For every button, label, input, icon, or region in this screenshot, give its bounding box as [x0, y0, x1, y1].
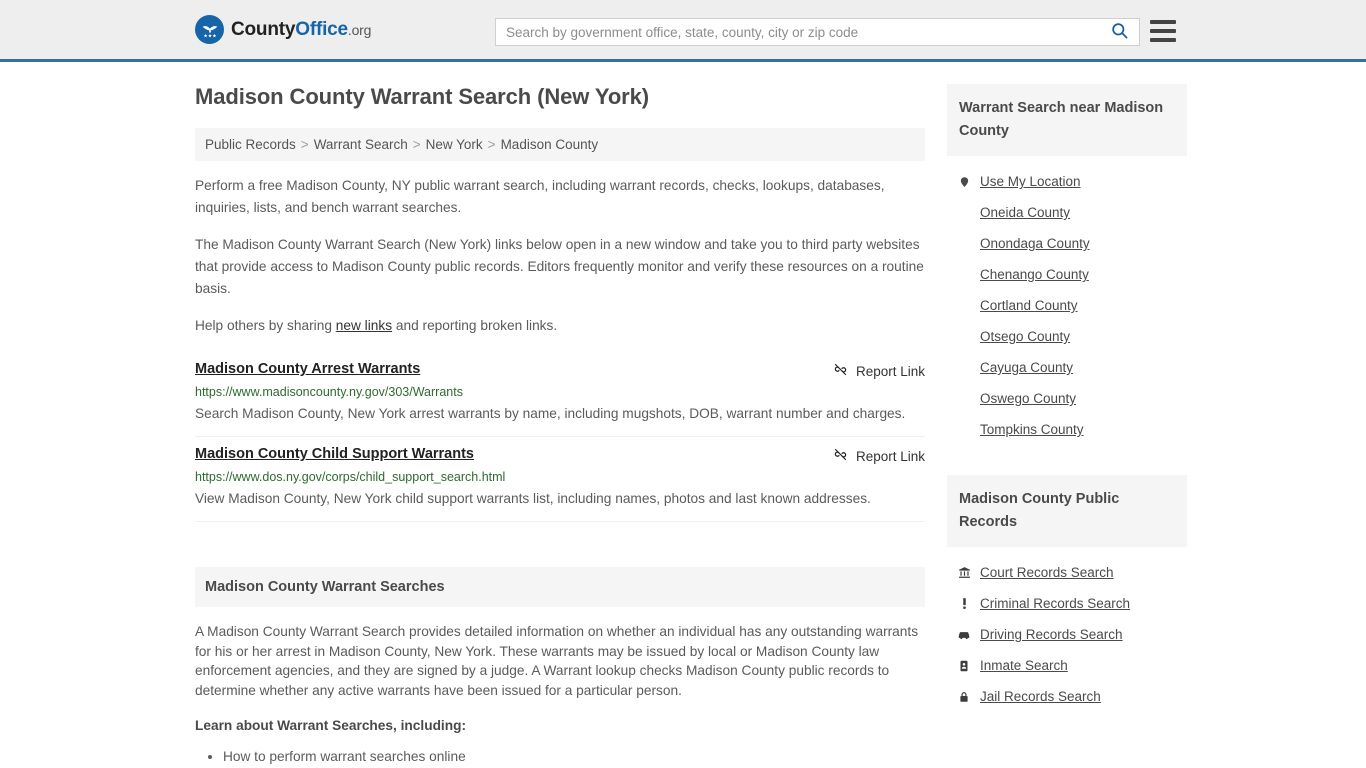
breadcrumb: Public Records > Warrant Search > New York > M… — [195, 128, 925, 161]
page-title: Madison County Warrant Search (New York) — [195, 84, 650, 109]
search-input[interactable] — [496, 19, 1099, 45]
list-item-cayuga-county[interactable]: Cayuga County — [947, 352, 1187, 383]
report-link-button[interactable]: Report Link — [833, 361, 925, 380]
id-badge-icon — [957, 659, 971, 673]
panel-nearby-warrant-search: Warrant Search near Madison County Use M… — [947, 84, 1187, 445]
result-item: Madison County Child Support Warrants Re… — [195, 437, 925, 522]
list-item-jail-records-search[interactable]: Jail Records Search — [947, 681, 1187, 712]
sidebar-link-label[interactable]: Oswego County — [980, 391, 1076, 406]
result-item: Madison County Arrest Warrants Report Li… — [195, 352, 925, 437]
intro-paragraph-1: Perform a free Madison County, NY public… — [195, 178, 885, 215]
intro-paragraph-2: The Madison County Warrant Search (New Y… — [195, 237, 924, 296]
breadcrumb-separator: > — [487, 137, 496, 152]
result-description: Search Madison County, New York arrest w… — [195, 406, 906, 421]
list-item-oneida-county[interactable]: Oneida County — [947, 197, 1187, 228]
section-body: A Madison County Warrant Search provides… — [195, 607, 925, 767]
report-link-label: Report Link — [855, 363, 925, 379]
logo-word-tld: .org — [347, 21, 372, 38]
logo-word-county: County — [231, 18, 296, 40]
list-item-cortland-county[interactable]: Cortland County — [947, 290, 1187, 321]
main-column: Madison County Warrant Search (New York)… — [195, 84, 925, 767]
share-text-before: Help others by sharing — [195, 318, 336, 333]
learn-bullet-list: How to perform warrant searches online — [195, 746, 925, 767]
sidebar-link-label[interactable]: Tompkins County — [980, 422, 1084, 437]
breadcrumb-separator: > — [412, 137, 421, 152]
list-item-use-my-location[interactable]: Use My Location — [947, 166, 1187, 197]
hamburger-menu-icon[interactable] — [1150, 20, 1176, 42]
list-item-criminal-records-search[interactable]: Criminal Records Search — [947, 588, 1187, 619]
result-url: https://www.madisoncounty.ny.gov/303/War… — [195, 385, 463, 399]
panel-public-records: Madison County Public Records Court Reco… — [947, 475, 1187, 712]
section-paragraph: A Madison County Warrant Search provides… — [195, 624, 919, 698]
map-pin-icon — [957, 175, 971, 189]
sidebar-link-label[interactable]: Use My Location — [980, 174, 1081, 189]
breadcrumb-item-new-york[interactable]: New York — [426, 137, 483, 152]
report-link-label: Report Link — [855, 448, 925, 464]
search-bar[interactable] — [495, 18, 1140, 46]
result-title-link[interactable]: Madison County Child Support Warrants — [195, 446, 474, 462]
exclamation-icon — [957, 597, 971, 610]
breadcrumb-item-public-records[interactable]: Public Records — [205, 137, 296, 152]
list-item-oswego-county[interactable]: Oswego County — [947, 383, 1187, 414]
panel-heading: Warrant Search near Madison County — [947, 84, 1187, 156]
logo-word-office: Office — [295, 18, 348, 40]
list-item-onondaga-county[interactable]: Onondaga County — [947, 228, 1187, 259]
result-url: https://www.dos.ny.gov/corps/child_suppo… — [195, 470, 506, 484]
sidebar-link-label[interactable]: Inmate Search — [980, 658, 1068, 673]
list-item-driving-records-search[interactable]: Driving Records Search — [947, 619, 1187, 650]
sidebar-link-label[interactable]: Chenango County — [980, 267, 1089, 282]
section-heading: Madison County Warrant Searches — [195, 567, 925, 607]
sidebar-link-label[interactable]: Cayuga County — [980, 360, 1073, 375]
nearby-county-list: Use My Location Oneida County Onondaga C… — [947, 156, 1187, 445]
site-logo[interactable]: CountyOffice.org — [195, 15, 371, 44]
sidebar-link-label[interactable]: Driving Records Search — [980, 627, 1123, 642]
lock-icon — [957, 690, 971, 704]
new-links-link[interactable]: new links — [336, 318, 392, 333]
breadcrumb-item-warrant-search[interactable]: Warrant Search — [314, 137, 408, 152]
sidebar: Warrant Search near Madison County Use M… — [947, 84, 1187, 767]
broken-link-icon — [833, 362, 848, 380]
breadcrumb-separator: > — [300, 137, 309, 152]
search-icon — [1110, 21, 1129, 43]
sidebar-link-label[interactable]: Jail Records Search — [980, 689, 1101, 704]
eagle-seal-icon — [195, 15, 224, 44]
site-header: CountyOffice.org — [0, 0, 1366, 62]
sidebar-link-label[interactable]: Onondaga County — [980, 236, 1090, 251]
share-text-after: and reporting broken links. — [392, 318, 558, 333]
intro-paragraph-3: Help others by sharing new links and rep… — [195, 315, 925, 337]
result-description: View Madison County, New York child supp… — [195, 491, 871, 506]
list-item-court-records-search[interactable]: Court Records Search — [947, 557, 1187, 588]
public-records-list: Court Records Search Criminal Records Se… — [947, 547, 1187, 712]
broken-link-icon — [833, 447, 848, 465]
list-item-chenango-county[interactable]: Chenango County — [947, 259, 1187, 290]
sidebar-link-label[interactable]: Oneida County — [980, 205, 1070, 220]
list-item-otsego-county[interactable]: Otsego County — [947, 321, 1187, 352]
search-button[interactable] — [1099, 19, 1139, 45]
panel-heading: Madison County Public Records — [947, 475, 1187, 547]
sidebar-link-label[interactable]: Criminal Records Search — [980, 596, 1130, 611]
sidebar-link-label[interactable]: Cortland County — [980, 298, 1078, 313]
site-logo-text: CountyOffice.org — [231, 19, 371, 41]
sidebar-link-label[interactable]: Court Records Search — [980, 565, 1114, 580]
list-item: How to perform warrant searches online — [223, 746, 925, 767]
car-icon — [957, 628, 971, 642]
list-item-tompkins-county[interactable]: Tompkins County — [947, 414, 1187, 445]
learn-about-label: Learn about Warrant Searches, including: — [195, 718, 467, 733]
sidebar-link-label[interactable]: Otsego County — [980, 329, 1070, 344]
list-item-inmate-search[interactable]: Inmate Search — [947, 650, 1187, 681]
report-link-button[interactable]: Report Link — [833, 446, 925, 465]
courthouse-icon — [957, 566, 971, 579]
result-title-link[interactable]: Madison County Arrest Warrants — [195, 361, 420, 377]
page-body: Madison County Warrant Search (New York)… — [0, 62, 1366, 767]
breadcrumb-item-madison-county[interactable]: Madison County — [501, 137, 599, 152]
